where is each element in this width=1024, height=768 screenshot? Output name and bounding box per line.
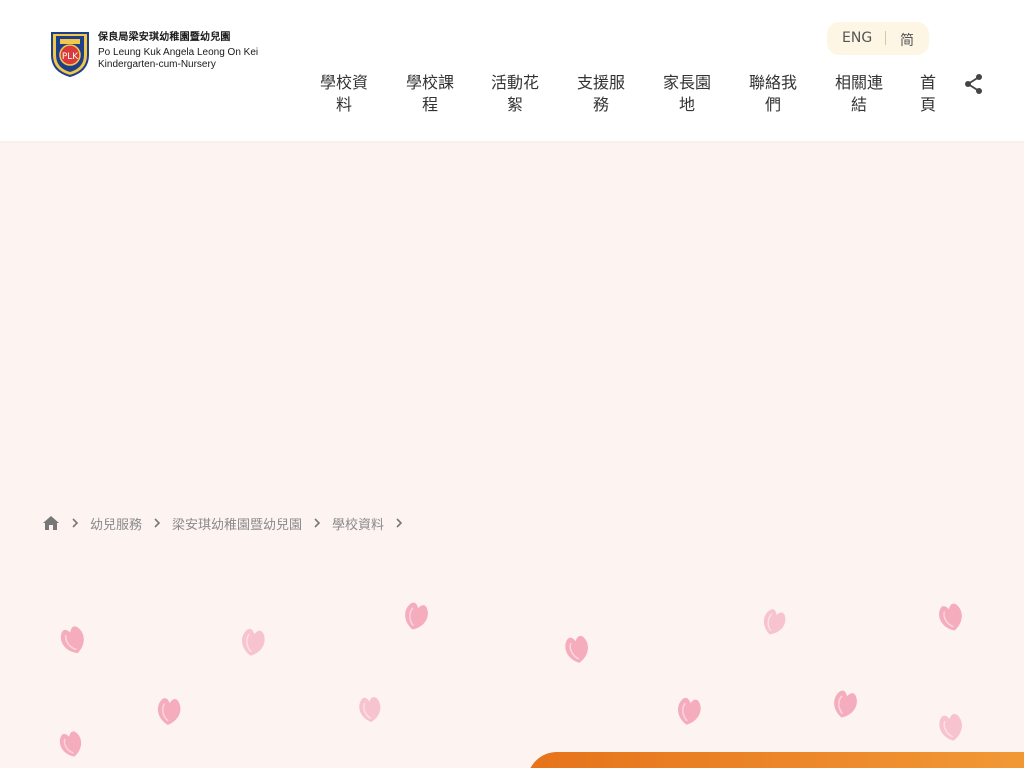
nav-label: 學校課 <box>406 73 455 92</box>
breadcrumb-item-school[interactable]: 梁安琪幼稚園暨幼兒園 <box>172 514 302 533</box>
nav-label: 絮 <box>507 95 524 114</box>
school-name: 保良局梁安琪幼稚園暨幼兒園 Po Leung Kuk Angela Leong … <box>98 32 258 71</box>
petal-icon <box>60 626 84 654</box>
breadcrumb: 幼兒服務 梁安琪幼稚園暨幼兒園 學校資料 <box>42 513 414 533</box>
site-header: PLK 保良局梁安琪幼稚園暨幼兒園 Po Leung Kuk Angela Le… <box>0 0 1024 141</box>
nav-home[interactable]: 首 頁 <box>920 72 936 116</box>
chevron-right-icon <box>72 518 79 528</box>
petal-icon <box>405 602 428 630</box>
nav-parents-corner[interactable]: 家長園 地 <box>663 72 711 116</box>
chevron-right-icon <box>396 518 403 528</box>
nav-label: 們 <box>765 95 782 114</box>
nav-school-info[interactable]: 學校資 料 <box>320 72 368 116</box>
petal-icon <box>939 713 962 741</box>
content-card-edge <box>527 752 1024 768</box>
nav-label: 結 <box>851 95 868 114</box>
svg-text:PLK: PLK <box>62 52 79 62</box>
petal-icon <box>157 698 181 725</box>
nav-label: 頁 <box>920 95 937 114</box>
breadcrumb-item-child-services[interactable]: 幼兒服務 <box>90 514 142 533</box>
nav-curriculum[interactable]: 學校課 程 <box>406 72 454 116</box>
home-icon[interactable] <box>42 515 60 531</box>
school-name-en-line1: Po Leung Kuk Angela Leong On Kei <box>98 47 259 58</box>
nav-label: 學校資 <box>320 73 369 92</box>
petal-icon <box>939 603 962 631</box>
nav-label: 地 <box>679 95 696 114</box>
chevron-right-icon <box>314 518 321 528</box>
lang-eng-link[interactable]: ENG <box>842 30 872 46</box>
nav-label: 料 <box>336 95 353 114</box>
language-switcher: ENG 简 <box>827 22 929 55</box>
breadcrumb-item-school-info[interactable]: 學校資料 <box>332 514 384 533</box>
nav-label: 活動花 <box>491 73 540 92</box>
petal-icon <box>59 731 82 757</box>
nav-label: 相關連 <box>835 73 884 92</box>
petal-icon <box>565 635 588 663</box>
petal-icon <box>242 628 265 656</box>
lang-divider <box>885 31 886 45</box>
petal-icon <box>834 690 857 718</box>
petal-icon <box>359 696 381 723</box>
nav-label: 首 <box>920 73 937 92</box>
lang-sc-link[interactable]: 简 <box>900 30 914 50</box>
nav-label: 程 <box>422 95 439 114</box>
nav-label: 務 <box>593 95 610 114</box>
school-name-zh: 保良局梁安琪幼稚園暨幼兒園 <box>98 32 231 43</box>
nav-label: 家長園 <box>663 73 712 92</box>
nav-label: 聯絡我 <box>749 73 798 92</box>
nav-support-services[interactable]: 支援服 務 <box>577 72 625 116</box>
chevron-right-icon <box>154 518 161 528</box>
petal-icon <box>678 697 701 725</box>
school-logo[interactable]: PLK 保良局梁安琪幼稚園暨幼兒園 Po Leung Kuk Angela Le… <box>48 27 258 77</box>
nav-contact-us[interactable]: 聯絡我 們 <box>749 72 797 116</box>
school-name-en-line2: Kindergarten-cum-Nursery <box>98 59 216 70</box>
nav-label: 支援服 <box>577 73 626 92</box>
share-icon[interactable] <box>964 73 984 95</box>
nav-activities[interactable]: 活動花 絮 <box>491 72 539 116</box>
nav-related-links[interactable]: 相關連 結 <box>835 72 883 116</box>
petal-icon <box>763 609 786 635</box>
school-crest-icon: PLK <box>51 32 89 77</box>
